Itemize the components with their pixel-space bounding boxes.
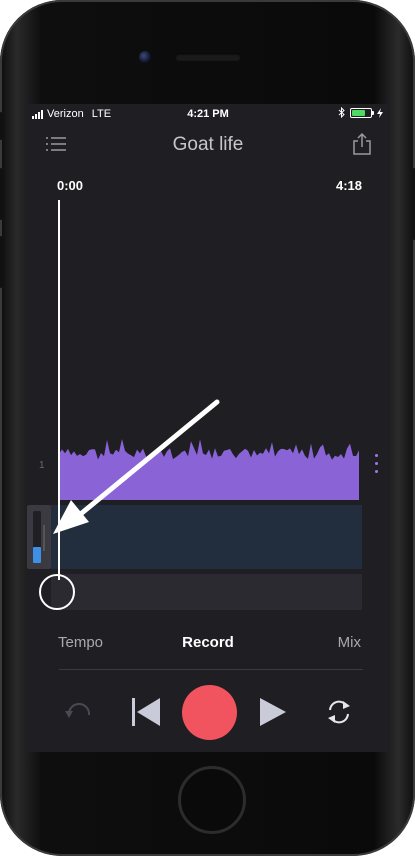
tabs-divider bbox=[59, 669, 363, 670]
volume-up-button bbox=[0, 168, 2, 220]
skip-back-icon[interactable] bbox=[131, 697, 161, 727]
song-title: Goat life bbox=[172, 134, 244, 155]
loop-icon[interactable] bbox=[324, 697, 354, 727]
home-button[interactable] bbox=[178, 766, 246, 834]
play-icon[interactable] bbox=[259, 697, 287, 727]
app-header: Goat life bbox=[27, 124, 389, 168]
front-camera bbox=[139, 51, 151, 63]
battery-fill bbox=[352, 109, 365, 116]
input-level-meter bbox=[27, 505, 51, 569]
status-time: 4:21 PM bbox=[187, 108, 229, 120]
track-options-icon[interactable] bbox=[375, 454, 379, 480]
level-fill bbox=[33, 547, 41, 563]
earpiece-speaker bbox=[175, 53, 241, 61]
status-bar: Verizon LTE 4:21 PM bbox=[27, 104, 389, 124]
playhead-handle[interactable] bbox=[39, 574, 75, 610]
transport-controls bbox=[27, 679, 389, 749]
playhead-line bbox=[58, 200, 60, 580]
level-slot-secondary bbox=[43, 525, 45, 551]
charging-bolt-icon bbox=[377, 107, 383, 118]
recording-lane[interactable] bbox=[51, 505, 362, 569]
volume-down-button bbox=[0, 236, 2, 288]
share-icon[interactable] bbox=[351, 132, 373, 156]
tab-mix[interactable]: Mix bbox=[338, 634, 361, 651]
tab-record[interactable]: Record bbox=[27, 634, 389, 651]
track-waveform[interactable] bbox=[59, 434, 359, 500]
phone-frame: Verizon LTE 4:21 PM Goat life 0:00 4:18 … bbox=[0, 0, 415, 856]
bluetooth-icon bbox=[338, 107, 345, 118]
timeline-end: 4:18 bbox=[335, 178, 362, 193]
timeline-start: 0:00 bbox=[57, 178, 84, 193]
mute-switch bbox=[0, 112, 2, 140]
record-button[interactable] bbox=[182, 685, 237, 740]
status-right bbox=[338, 107, 383, 118]
undo-icon[interactable] bbox=[63, 699, 93, 725]
mode-tabs: Tempo Record Mix bbox=[27, 634, 389, 660]
battery-icon bbox=[350, 107, 374, 118]
app-screen: Verizon LTE 4:21 PM Goat life 0:00 4:18 … bbox=[27, 104, 389, 752]
empty-track-lane[interactable] bbox=[51, 574, 362, 610]
track-number: 1 bbox=[39, 460, 45, 471]
level-slot bbox=[33, 511, 41, 563]
